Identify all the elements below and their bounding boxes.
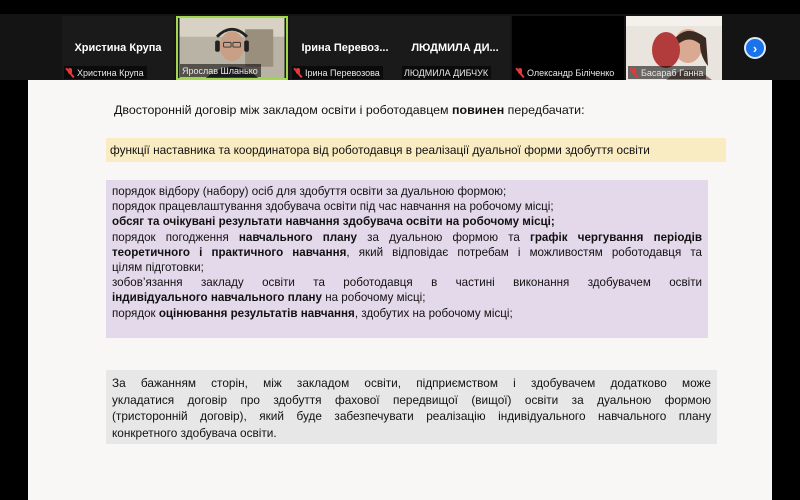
text-fragment-bold: теоретичного і практичного навчання: [112, 245, 347, 259]
mic-muted-icon: [516, 67, 524, 78]
mic-muted-icon: [66, 67, 74, 78]
text-fragment-bold: індивідуального навчального плану: [112, 291, 322, 305]
participant-name: Басараб Ганна: [641, 67, 704, 78]
intro-bold-text: повинен: [452, 103, 505, 117]
participant-display-name: ЛЮДМИЛА ДИ...: [411, 42, 499, 54]
agreement-items-box: порядок відбору (набору) осіб для здобут…: [106, 180, 708, 338]
paragraph-line: (тристоронній договір), який буде забезп…: [112, 409, 711, 423]
chevron-right-icon: ›: [752, 40, 758, 56]
participant-display-name: Христина Крупа: [74, 42, 162, 54]
paragraph-line: За бажанням сторін, між закладом освіти,…: [112, 376, 711, 390]
participant-tile[interactable]: Басараб Ганна: [626, 16, 722, 80]
participant-name: ЛЮДМИЛА ДИБЧУК: [404, 67, 489, 78]
participant-tile[interactable]: Христина Крупа Христина Крупа: [62, 16, 174, 80]
participant-tile[interactable]: ЛЮДМИЛА ДИ... ЛЮДМИЛА ДИБЧУК: [400, 16, 510, 80]
slide-intro: Двосторонній договір між закладом освіти…: [114, 103, 585, 117]
participant-tile-active[interactable]: Ярослав Шланько: [176, 16, 288, 80]
text-fragment: порядок погодження: [112, 230, 239, 244]
item-line: індивідуального навчального плану на роб…: [112, 290, 702, 305]
participant-caption: Ярослав Шланько: [180, 64, 261, 77]
item-line: порядок працевлаштування здобувача освіт…: [112, 200, 554, 214]
window-top-bar: [0, 0, 800, 12]
shared-slide: Двосторонній договір між закладом освіти…: [28, 80, 772, 500]
text-fragment: на робочому місці;: [322, 291, 426, 305]
text-fragment-bold: оцінювання результатів навчання: [158, 306, 355, 320]
participant-name: Олександр Біліченко: [527, 67, 615, 78]
text-fragment-bold: навчального плану: [238, 230, 357, 244]
text-fragment: , здобутих на робочому місці;: [354, 306, 513, 320]
text-fragment: , який відповідає потребам і можливостям…: [346, 245, 702, 259]
text-fragment: порядок: [112, 306, 159, 320]
next-participants-button[interactable]: ›: [744, 37, 766, 59]
participant-name: Ярослав Шланько: [182, 65, 258, 76]
item-line: порядок погодження навчального плану за …: [112, 230, 702, 245]
item-line: порядок відбору (набору) осіб для здобут…: [112, 185, 507, 198]
paragraph-line: укладатися договір про здобуття фахової …: [112, 392, 711, 407]
text-fragment: за дуальною формою та: [356, 230, 531, 244]
item-line: цілям підготовки;: [112, 261, 204, 275]
participant-name: Христина Крупа: [77, 67, 144, 78]
intro-text: Двосторонній договір між закладом освіти…: [114, 103, 453, 117]
mic-muted-icon: [294, 67, 302, 78]
participant-display-name: Ірина Перевоз...: [301, 42, 389, 54]
item-line-bold: обсяг та очікувані результати навчання з…: [112, 215, 555, 229]
participant-caption: Христина Крупа: [64, 66, 147, 79]
mic-muted-icon: [630, 67, 638, 78]
participant-tile[interactable]: Ірина Перевоз... Ірина Перевозова: [290, 16, 400, 80]
participant-caption: ЛЮДМИЛА ДИБЧУК: [402, 66, 492, 79]
participant-caption: Олександр Біліченко: [514, 66, 618, 79]
participant-tile[interactable]: Олександр Біліченко: [512, 16, 624, 80]
intro-suffix-text: передбачати:: [504, 103, 585, 117]
participant-caption: Ірина Перевозова: [292, 66, 383, 79]
item-line: зобов’язання закладу освіти та роботодав…: [112, 276, 702, 290]
text-fragment-bold: графік чергування періодів: [530, 230, 703, 244]
mentor-functions-box: функції наставника та координатора від р…: [106, 138, 726, 162]
item-line: порядок оцінювання результатів навчання,…: [112, 306, 702, 321]
tripartite-agreement-box: За бажанням сторін, між закладом освіти,…: [106, 370, 717, 444]
participant-caption: Басараб Ганна: [628, 66, 707, 79]
paragraph-line: конкретного здобувача освіти.: [112, 425, 277, 440]
participant-name: Ірина Перевозова: [305, 67, 380, 78]
item-line: теоретичного і практичного навчання, яки…: [112, 245, 702, 260]
